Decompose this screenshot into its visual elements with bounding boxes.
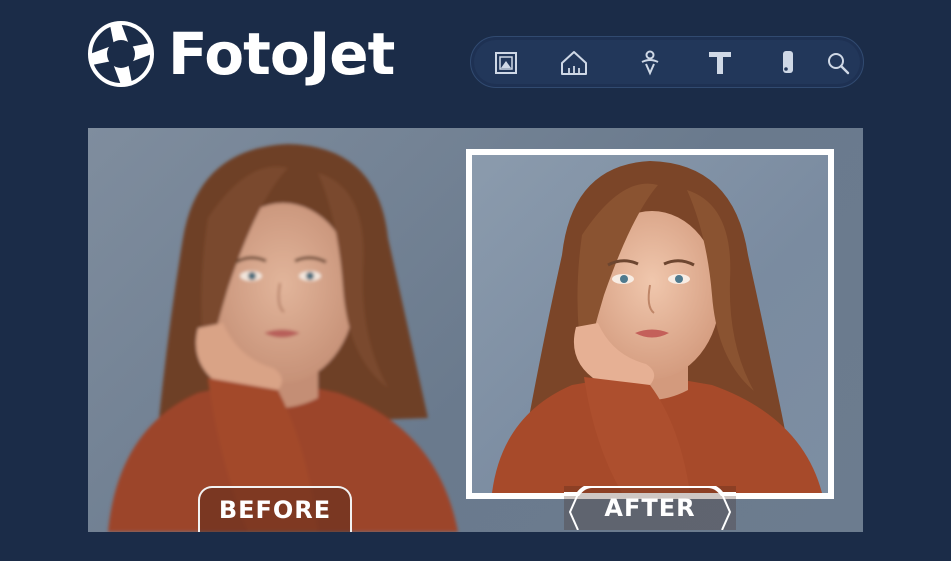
after-label: AFTER <box>564 486 736 530</box>
image-frame-icon <box>495 52 517 74</box>
after-photo <box>492 161 822 493</box>
eraser-icon <box>783 51 793 73</box>
house-tool-button[interactable] <box>559 48 589 78</box>
search-tool-button[interactable] <box>823 48 853 78</box>
aperture-logo-icon <box>88 21 154 87</box>
text-icon <box>709 52 731 74</box>
before-after-comparison: BEFORE AFTER <box>88 128 863 532</box>
before-label: BEFORE <box>198 486 352 532</box>
brand-logo[interactable]: FotoJet <box>88 18 395 90</box>
eraser-tool-button[interactable] <box>773 48 803 78</box>
person-icon <box>641 50 659 76</box>
after-photo-frame <box>466 149 834 499</box>
brand-name: FotoJet <box>168 20 395 88</box>
tool-bar <box>470 36 864 88</box>
text-tool-button[interactable] <box>705 48 735 78</box>
before-photo <box>108 144 458 532</box>
person-tool-button[interactable] <box>635 48 665 78</box>
house-icon <box>561 51 587 75</box>
search-icon <box>828 53 850 75</box>
before-label-text: BEFORE <box>218 496 332 524</box>
after-label-text: AFTER <box>604 494 696 522</box>
image-frame-tool-button[interactable] <box>491 48 521 78</box>
